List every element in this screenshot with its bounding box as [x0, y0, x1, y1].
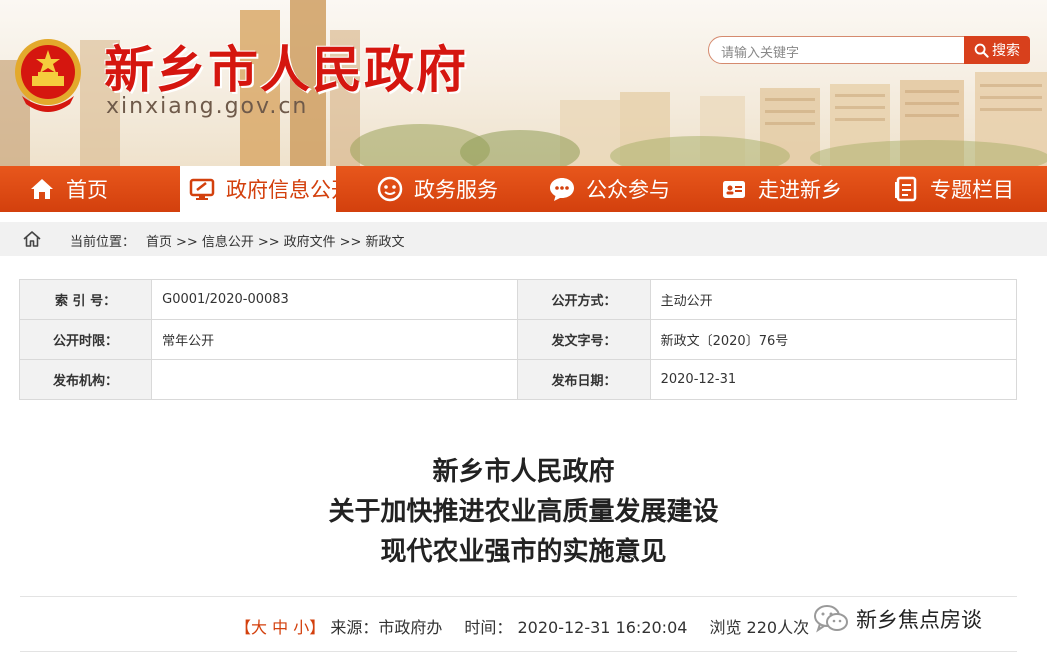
service-face-icon — [377, 176, 403, 202]
nav-item-label: 公众参与 — [586, 178, 670, 202]
watermark-text: 新乡焦点房谈 — [856, 608, 982, 632]
site-title[interactable]: 新乡市人民政府 — [104, 30, 468, 102]
breadcrumb-item-info[interactable]: 信息公开 — [202, 235, 254, 250]
table-row: 发布机构： 发布日期： 2020-12-31 — [18, 359, 1018, 400]
nav-item-participation[interactable]: 公众参与 — [548, 166, 670, 212]
nav-item-label: 走进新乡 — [758, 178, 842, 202]
monitor-icon — [189, 178, 215, 200]
bracket-close: 】 — [309, 618, 326, 637]
wechat-icon — [814, 605, 848, 633]
table-row: 公开时限： 常年公开 发文字号： 新政文〔2020〕76号 — [18, 319, 1018, 360]
article-title: 新乡市人民政府 关于加快推进农业高质量发展建设 现代农业强市的实施意见 — [0, 452, 1047, 572]
meta-key: 发布日期： — [517, 359, 651, 400]
time-value: 2020-12-31 16:20:04 — [517, 618, 688, 637]
font-size-small-button[interactable]: 小 — [293, 618, 309, 637]
search-button-label: 搜索 — [992, 43, 1020, 59]
source-value: 市政府办 — [378, 618, 443, 637]
article-title-line: 关于加快推进农业高质量发展建设 — [328, 497, 719, 527]
nav-item-label: 首页 — [66, 178, 108, 202]
national-emblem-logo — [15, 39, 81, 112]
meta-value: 主动公开 — [649, 279, 1018, 320]
article-title-line: 现代农业强市的实施意见 — [380, 537, 667, 567]
meta-value — [151, 359, 519, 400]
meta-value: 常年公开 — [151, 319, 519, 360]
breadcrumb-item-documents[interactable]: 政府文件 — [284, 235, 336, 250]
nav-item-gov-info[interactable]: 政府信息公开 — [180, 166, 336, 212]
font-size-large-button[interactable]: 大 — [251, 618, 267, 637]
breadcrumb-item-current[interactable]: 新政文 — [365, 235, 404, 250]
chat-bubble-icon — [550, 178, 574, 201]
nav-item-services[interactable]: 政务服务 — [376, 166, 498, 212]
document-icon — [895, 176, 917, 202]
nav-item-label: 专题栏目 — [930, 178, 1014, 202]
id-card-icon — [723, 181, 745, 198]
breadcrumb-item-home[interactable]: 首页 — [146, 235, 172, 250]
site-domain: xinxiang.gov.cn — [106, 94, 309, 119]
font-size-selector: 【大 中 小】 — [235, 618, 330, 637]
font-size-medium-button[interactable]: 中 — [272, 618, 288, 637]
main-nav: 首页 政府信息公开 政务服务 公众参与 — [0, 166, 1047, 212]
meta-key: 索 引 号： — [18, 279, 153, 320]
meta-value: G0001/2020-00083 — [151, 279, 519, 320]
source-label: 来源： — [330, 618, 379, 637]
article-info-bar: 【大 中 小】 来源：市政府办 时间： 2020-12-31 16:20:04 浏览… — [235, 614, 809, 638]
meta-value: 新政文〔2020〕76号 — [649, 319, 1018, 360]
home-icon — [31, 179, 53, 199]
meta-value: 2020-12-31 — [649, 359, 1018, 400]
meta-key: 公开时限： — [18, 319, 153, 360]
divider — [20, 596, 1017, 597]
header-banner: 新乡市人民政府 xinxiang.gov.cn 请输入关键字 搜索 — [0, 0, 1047, 166]
breadcrumb-separator: >> — [339, 235, 362, 250]
nav-item-label: 政务服务 — [414, 178, 498, 202]
nav-item-topics[interactable]: 专题栏目 — [892, 166, 1014, 212]
meta-key: 发布机构： — [18, 359, 153, 400]
document-meta-table: 索 引 号： G0001/2020-00083 公开方式： 主动公开 公开时限：… — [18, 279, 1018, 400]
breadcrumb-label: 当前位置： — [70, 235, 136, 250]
article-title-line: 新乡市人民政府 — [432, 457, 615, 487]
divider — [20, 651, 1017, 652]
views-value: 220人次 — [746, 618, 810, 637]
search-button[interactable]: 搜索 — [964, 36, 1030, 64]
search-input[interactable]: 请输入关键字 — [708, 36, 965, 64]
breadcrumb-separator: >> — [176, 235, 198, 250]
breadcrumb: 当前位置： 首页 >> 信息公开 >> 政府文件 >> 新政文 — [0, 222, 1047, 256]
bracket-open: 【 — [235, 618, 252, 637]
time-label: 时间： — [464, 618, 513, 637]
nav-item-home[interactable]: 首页 — [28, 166, 108, 212]
home-outline-icon[interactable] — [22, 229, 42, 249]
breadcrumb-separator: >> — [257, 235, 280, 250]
wechat-watermark: 新乡焦点房谈 — [812, 602, 982, 636]
views-label: 浏览 — [709, 618, 742, 637]
search-icon — [974, 43, 989, 58]
meta-key: 公开方式： — [517, 279, 651, 320]
meta-key: 发文字号： — [517, 319, 651, 360]
nav-item-about[interactable]: 走进新乡 — [720, 166, 842, 212]
breadcrumb-trail: 首页 >> 信息公开 >> 政府文件 >> 新政文 — [146, 231, 404, 250]
table-row: 索 引 号： G0001/2020-00083 公开方式： 主动公开 — [18, 279, 1018, 320]
nav-item-label: 政府信息公开 — [226, 178, 336, 202]
